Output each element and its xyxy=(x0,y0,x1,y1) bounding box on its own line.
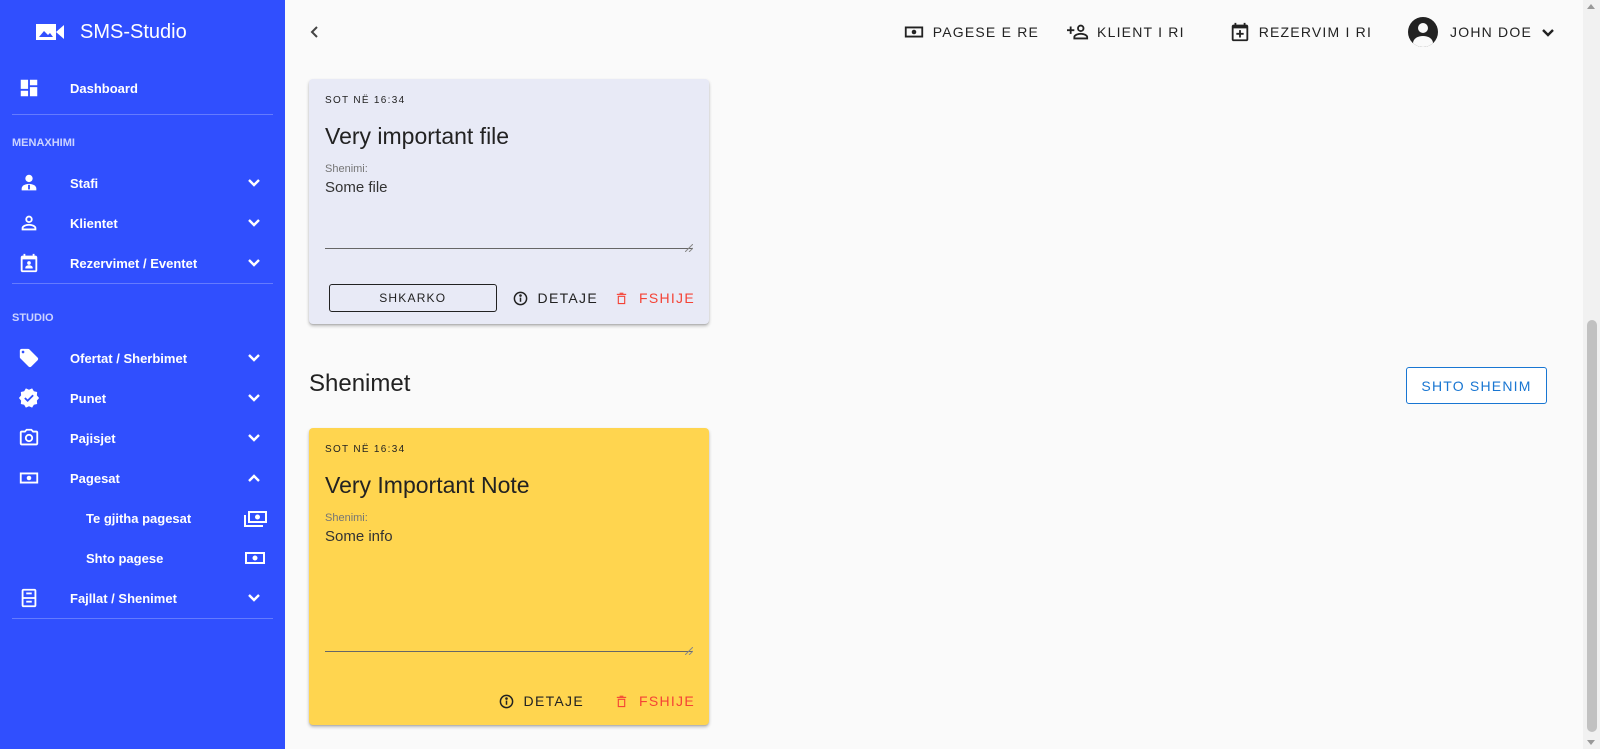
file-cabinet-icon xyxy=(18,587,40,609)
sidebar-item-offers[interactable]: Ofertat / Sherbimet xyxy=(0,338,285,378)
chevron-down-icon xyxy=(245,214,263,232)
chevron-down-icon xyxy=(245,429,263,447)
sidebar: SMS-Studio Dashboard MENAXHIMI Stafi Kli… xyxy=(0,0,285,749)
download-button[interactable]: SHKARKO xyxy=(329,284,497,312)
sidebar-item-dashboard[interactable]: Dashboard xyxy=(0,62,285,114)
new-payment-label: PAGESE E RE xyxy=(932,24,1040,40)
textarea-underline xyxy=(325,651,693,652)
file-card-actions: SHKARKO DETAJE FSHIJE xyxy=(325,284,695,312)
dashboard-icon xyxy=(18,77,40,99)
delete-label: FSHIJE xyxy=(638,290,695,306)
camera-icon xyxy=(18,427,40,449)
sidebar-subitem-label: Shto pagese xyxy=(86,550,164,566)
app-title: SMS-Studio xyxy=(80,20,187,43)
note-field-textarea[interactable]: Some file xyxy=(325,179,693,196)
money-stack-icon xyxy=(244,511,267,527)
trash-icon xyxy=(616,292,627,304)
calendar-add-icon xyxy=(1231,22,1248,42)
money-icon xyxy=(245,552,265,564)
money-icon xyxy=(904,26,923,38)
resize-handle-icon[interactable] xyxy=(684,642,694,656)
file-timestamp: SOT NË 16:34 xyxy=(325,95,406,106)
chevron-down-icon xyxy=(1542,29,1554,37)
money-icon xyxy=(18,467,40,489)
sidebar-item-payments[interactable]: Pagesat xyxy=(0,458,285,498)
back-arrow-icon[interactable] xyxy=(305,22,325,42)
info-icon xyxy=(513,291,527,305)
new-client-button[interactable]: KLIENT I RI xyxy=(1067,21,1185,43)
chevron-down-icon xyxy=(245,254,263,272)
add-note-button[interactable]: SHTO SHENIM xyxy=(1406,367,1547,404)
note-title: Very Important Note xyxy=(325,472,530,498)
staff-icon xyxy=(18,172,40,194)
details-button[interactable]: DETAJE xyxy=(513,290,598,306)
info-icon xyxy=(499,694,513,708)
sidebar-item-label: Fajllat / Shenimet xyxy=(70,590,177,606)
new-payment-button[interactable]: PAGESE E RE xyxy=(903,21,1039,43)
sidebar-subitem-all-payments[interactable]: Te gjitha pagesat xyxy=(0,498,285,538)
note-card: SOT NË 16:34 Very Important Note Shenimi… xyxy=(309,428,709,725)
details-label: DETAJE xyxy=(523,693,584,709)
user-name: JOHN DOE xyxy=(1450,24,1532,40)
sidebar-item-label: Stafi xyxy=(70,175,99,191)
file-card: SOT NË 16:34 Very important file Shenimi… xyxy=(309,79,709,324)
chevron-down-icon xyxy=(245,389,263,407)
sidebar-item-label: Dashboard xyxy=(70,80,138,96)
divider xyxy=(12,618,273,619)
sidebar-item-label: Rezervimet / Eventet xyxy=(70,255,198,271)
add-person-icon xyxy=(1067,24,1089,40)
chevron-up-icon xyxy=(245,469,263,487)
sidebar-item-label: Ofertat / Sherbimet xyxy=(70,350,188,366)
sidebar-item-label: Klientet xyxy=(70,215,118,231)
top-actions: PAGESE E RE KLIENT I RI REZERVIM I RI JO… xyxy=(875,0,1584,64)
brand[interactable]: SMS-Studio xyxy=(0,0,285,64)
sidebar-item-label: Punet xyxy=(70,390,107,406)
delete-button[interactable]: FSHIJE xyxy=(614,693,695,709)
sidebar-item-jobs[interactable]: Punet xyxy=(0,378,285,418)
scroll-up-arrow-icon[interactable] xyxy=(1587,4,1595,9)
new-client-label: KLIENT I RI xyxy=(1097,24,1185,40)
top-bar: PAGESE E RE KLIENT I RI REZERVIM I RI JO… xyxy=(285,0,1584,64)
vertical-scrollbar[interactable] xyxy=(1583,0,1600,749)
sidebar-item-label: Pagesat xyxy=(70,470,120,486)
notes-heading: Shenimet xyxy=(309,370,411,397)
chevron-down-icon xyxy=(245,589,263,607)
sidebar-item-devices[interactable]: Pajisjet xyxy=(0,418,285,458)
tag-icon xyxy=(18,347,40,369)
note-card-actions: DETAJE FSHIJE xyxy=(325,693,695,709)
scroll-down-arrow-icon[interactable] xyxy=(1587,740,1595,745)
account-circle-icon xyxy=(1408,17,1439,47)
note-field-textarea[interactable]: Some info xyxy=(325,528,693,545)
person-icon xyxy=(18,212,40,234)
textarea-underline xyxy=(325,248,693,249)
note-field-label: Shenimi: xyxy=(325,512,368,524)
sidebar-item-files[interactable]: Fajllat / Shenimet xyxy=(0,578,285,618)
calendar-person-icon xyxy=(18,252,40,274)
chevron-down-icon xyxy=(245,349,263,367)
sidebar-item-clients[interactable]: Klientet xyxy=(0,203,285,243)
chevron-down-icon xyxy=(245,174,263,192)
trash-icon xyxy=(616,695,627,707)
note-field-label: Shenimi: xyxy=(325,163,368,175)
file-title: Very important file xyxy=(325,123,510,149)
note-timestamp: SOT NË 16:34 xyxy=(325,444,406,455)
new-reservation-button[interactable]: REZERVIM I RI xyxy=(1229,21,1372,43)
video-camera-icon xyxy=(36,24,64,40)
resize-handle-icon[interactable] xyxy=(684,239,694,253)
delete-label: FSHIJE xyxy=(638,693,695,709)
delete-button[interactable]: FSHIJE xyxy=(614,290,695,306)
details-button[interactable]: DETAJE xyxy=(499,693,584,709)
verified-badge-icon xyxy=(18,387,40,409)
new-reservation-label: REZERVIM I RI xyxy=(1258,24,1373,40)
sidebar-subitem-add-payment[interactable]: Shto pagese xyxy=(0,538,285,578)
sidebar-item-staff[interactable]: Stafi xyxy=(0,163,285,203)
sidebar-subitem-label: Te gjitha pagesat xyxy=(86,510,192,526)
sidebar-item-reservations[interactable]: Rezervimet / Eventet xyxy=(0,243,285,283)
details-label: DETAJE xyxy=(537,290,598,306)
scrollbar-thumb[interactable] xyxy=(1587,320,1597,732)
sidebar-item-label: Pajisjet xyxy=(70,430,116,446)
user-menu[interactable]: JOHN DOE xyxy=(1408,17,1556,47)
